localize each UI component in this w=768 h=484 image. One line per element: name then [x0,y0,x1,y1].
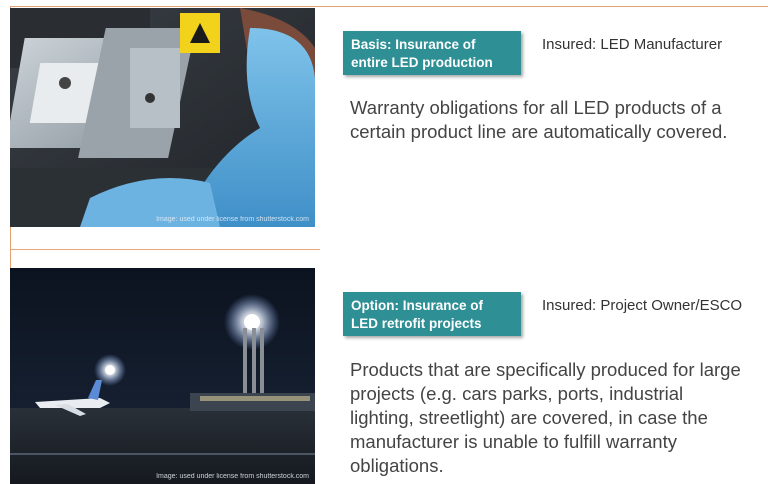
basis-tag-line: Basis: Insurance of [351,37,476,52]
option-description-line: lighting, streetlight) are covered, in c… [350,407,708,428]
basis-insured-label: Insured: LED Manufacturer [542,36,723,53]
option-tag-line: Option: Insurance of [351,298,484,313]
basis-description-line: Warranty obligations for all LED product… [350,97,722,118]
option-tag: Option: Insurance of LED retrofit projec… [343,292,521,336]
basis-description-line: certain product line are automatically c… [350,121,728,142]
led-production-photo: Image: used under license from shutterst… [10,8,315,227]
airport-night-photo: Image: used under license from shutterst… [10,268,315,484]
option-description-line: Products that are specifically produced … [350,359,741,380]
basis-tag: Basis: Insurance of entire LED productio… [343,31,521,75]
option-description-line: manufacturer is unable to fulfill warran… [350,431,677,452]
section-divider [10,249,320,250]
option-description: Products that are specifically produced … [350,358,741,478]
option-insured-label: Insured: Project Owner/ESCO [542,297,743,314]
option-description-line: projects (e.g. cars parks, ports, indust… [350,383,684,404]
option-tag-line: LED retrofit projects [351,316,482,331]
basis-tag-line: entire LED production [351,55,493,70]
frame-top-line [10,6,768,7]
photo-credit: Image: used under license from shutterst… [156,473,309,480]
basis-description: Warranty obligations for all LED product… [350,96,727,144]
option-description-line: obligations. [350,455,444,476]
photo-credit: Image: used under license from shutterst… [156,216,309,223]
